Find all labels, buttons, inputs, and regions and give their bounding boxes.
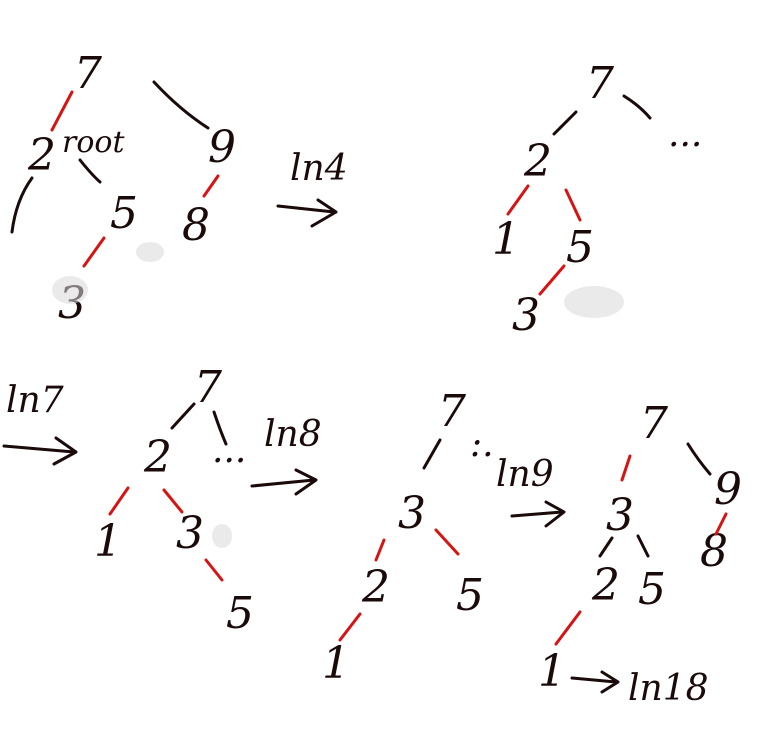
step-arrow-2: ln7 (2, 380, 78, 466)
panel-4-tree: 7 3 2 5 1 :. (322, 386, 494, 689)
panel4-edge-3-5 (434, 528, 460, 556)
panel3-edge-7-2 (170, 402, 196, 430)
panel3-edge-2-3 (162, 488, 184, 514)
panel3-node-2: 2 (143, 432, 172, 483)
panel5-edge-3-5 (636, 534, 650, 558)
step-arrow-5: ln18 (570, 668, 709, 709)
panel3-erase-smudge (212, 524, 232, 548)
panel1-edge-2-left (10, 176, 34, 234)
tree-diagram-canvas: 7 2 root 5 3 9 8 ln4 7 2 1 5 3 ... ln (2, 48, 742, 709)
panel3-ellipsis: ... (212, 430, 246, 471)
panel1-node-7: 7 (74, 48, 102, 99)
panel4-node-3: 3 (398, 488, 426, 539)
panel2-edge-2-5 (564, 188, 582, 222)
step-arrow-4: ln9 (496, 454, 566, 528)
panel1-node-9: 9 (208, 122, 236, 173)
panel4-ellipsis: :. (470, 424, 494, 465)
panel5-node-5: 5 (638, 564, 666, 615)
panel5-edge-2-1 (554, 610, 582, 646)
panel5-node-2: 2 (591, 560, 620, 611)
panel4-edge-7-3 (422, 438, 442, 470)
panel5-edge-7-3 (620, 454, 632, 482)
panel-5-tree: 7 9 3 8 2 5 1 (538, 398, 742, 697)
panel3-node-1: 1 (94, 516, 122, 567)
panel-1-initial-tree: 7 2 root 5 3 9 8 (10, 48, 236, 329)
panel2-edge-2-1 (506, 184, 530, 216)
panel4-node-7: 7 (438, 386, 466, 437)
step1-arrow-icon (276, 198, 338, 228)
panel3-node-3: 3 (176, 508, 204, 559)
step2-arrow-icon (2, 436, 78, 466)
panel2-erase-smudge (564, 286, 624, 318)
panel5-node-7: 7 (640, 398, 668, 449)
panel5-node-9: 9 (714, 464, 742, 515)
panel1-root-label: root (62, 125, 125, 160)
panel-2-tree: 7 2 1 5 3 ... (492, 58, 702, 341)
panel5-node-8: 8 (700, 526, 728, 577)
panel3-edge-3-5 (204, 558, 224, 582)
panel4-edge-2-1 (338, 612, 362, 642)
panel4-node-2: 2 (361, 562, 390, 613)
panel1-erase-smudge-2 (136, 242, 164, 262)
panel2-node-5: 5 (566, 222, 594, 273)
panel1-node-5: 5 (110, 188, 138, 239)
step-arrow-1: ln4 (276, 148, 348, 228)
step3-label: ln8 (264, 414, 322, 455)
panel5-node-3: 3 (606, 490, 634, 541)
step2-label: ln7 (6, 380, 64, 421)
panel2-edge-7-2 (552, 110, 578, 136)
panel1-erase-smudge (52, 276, 88, 304)
panel2-ellipsis: ... (668, 114, 702, 155)
panel5-edge-7-9 (686, 442, 712, 476)
panel2-edge-5-3 (538, 264, 566, 296)
panel1-edge-9-8 (202, 174, 220, 198)
panel3-node-7: 7 (194, 362, 222, 413)
panel-3-tree: 7 2 1 3 5 ... (94, 362, 254, 639)
step5-label: ln18 (628, 668, 709, 709)
panel2-node-1: 1 (492, 214, 520, 265)
panel4-edge-3-2 (374, 538, 386, 562)
step3-arrow-icon (250, 468, 318, 496)
panel1-edge-5-3 (82, 236, 106, 268)
step5-arrow-icon (570, 670, 620, 694)
panel2-edge-7-right (622, 94, 652, 120)
panel1-node-8: 8 (182, 200, 210, 251)
panel4-node-1: 1 (322, 638, 350, 689)
panel1-edge-2-5 (78, 158, 102, 184)
step-arrow-3: ln8 (250, 414, 322, 496)
panel3-node-5: 5 (226, 588, 254, 639)
panel3-edge-2-1 (108, 486, 130, 516)
panel2-node-7: 7 (586, 58, 614, 109)
step1-label: ln4 (290, 148, 348, 189)
panel1-node-2: 2 (27, 130, 56, 181)
panel5-node-1: 1 (538, 646, 566, 697)
step4-arrow-icon (510, 500, 566, 528)
panel2-node-3: 3 (512, 290, 540, 341)
panel1-edge-7-9 (152, 80, 210, 130)
panel2-node-2: 2 (523, 136, 552, 187)
panel4-node-5: 5 (456, 570, 484, 621)
step4-label: ln9 (496, 454, 554, 495)
